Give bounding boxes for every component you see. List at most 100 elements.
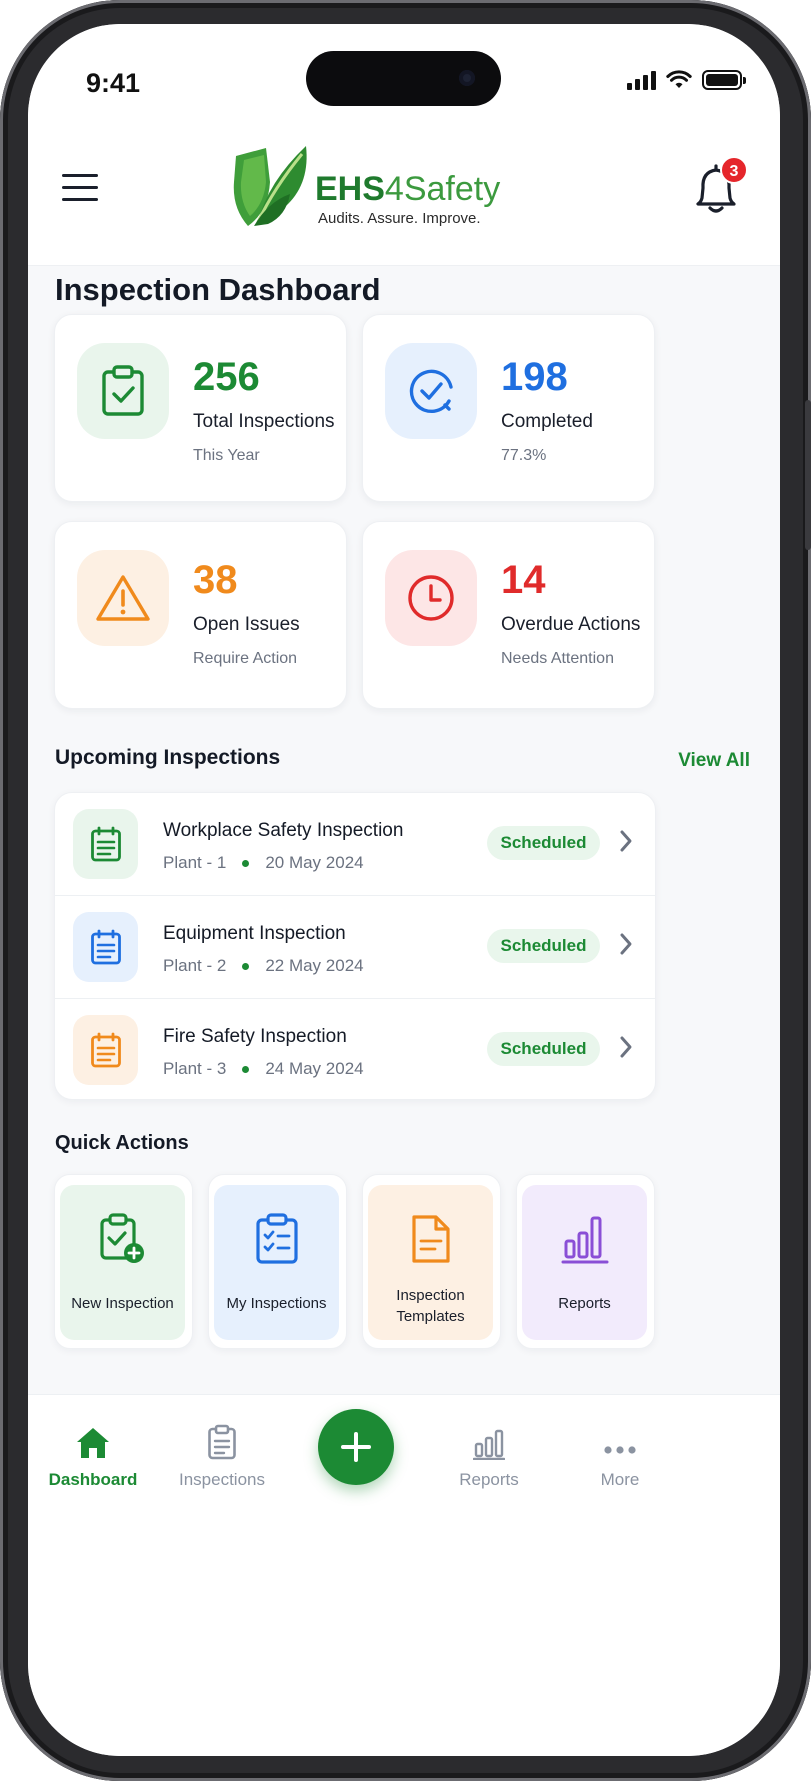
date-label: 20 May 2024 [265,853,364,872]
list-item[interactable]: Equipment Inspection Plant - 2 22 May 202… [55,896,655,999]
qa-background: Reports [522,1185,647,1340]
status-bar: 9:41 [28,24,780,134]
side-button [805,400,811,550]
view-all-link[interactable]: View All [678,750,750,772]
plant-label: Plant - 3 [163,1059,227,1078]
stat-value: 38 [193,558,238,602]
qa-label: Reports [558,1295,611,1312]
stat-label: Overdue Actions [501,614,641,635]
section-title-upcoming: Upcoming Inspections [55,746,281,769]
stat-card-completed[interactable]: 198 Completed 77.3% [362,314,655,502]
bar-chart-icon [522,1213,647,1265]
notification-badge: 3 [720,156,748,184]
dot-separator [242,859,250,867]
inspection-templates-button[interactable]: Inspection Templates [362,1174,501,1349]
inspection-meta: Plant - 3 24 May 2024 [163,1059,364,1079]
qa-label: New Inspection [71,1295,174,1312]
plant-label: Plant - 2 [163,956,227,975]
inspection-title: Fire Safety Inspection [163,1026,347,1047]
calendar-list-icon [73,1015,138,1085]
brand-logo: EHS4Safety Audits. Assure. Improve. [228,142,528,242]
chevron-right-icon [620,1036,632,1058]
dynamic-island [306,51,501,106]
stat-value: 14 [501,558,546,602]
status-badge: Scheduled [487,826,600,860]
date-label: 22 May 2024 [265,956,364,975]
inspection-meta: Plant - 2 22 May 2024 [163,956,364,976]
list-item[interactable]: Fire Safety Inspection Plant - 3 24 May 2… [55,999,655,1099]
document-icon [368,1213,493,1265]
app-header: EHS4Safety Audits. Assure. Improve. 3 [28,134,780,266]
stat-label: Total Inspections [193,411,335,432]
stat-subtext: Require Action [193,650,298,667]
stat-subtext: Needs Attention [501,650,614,667]
qa-label: My Inspections [226,1295,327,1312]
nav-label: Reports [459,1470,519,1489]
dot-separator [242,962,250,970]
status-badge: Scheduled [487,1032,600,1066]
checklist-icon [214,1213,339,1265]
leaf-shield-icon [233,146,307,226]
dot-separator [242,1065,250,1073]
stat-subtext: This Year [193,447,260,464]
battery-icon [702,70,746,90]
stat-subtext: 77.3% [501,447,547,464]
my-inspections-button[interactable]: My Inspections [208,1174,347,1349]
date-label: 24 May 2024 [265,1059,364,1078]
phone-frame: 9:41 EHS4Safety Audits. Assure. Improve.… [0,0,811,1781]
inspection-title: Workplace Safety Inspection [163,820,404,841]
plant-label: Plant - 1 [163,853,227,872]
list-item[interactable]: Workplace Safety Inspection Plant - 1 20 … [55,793,655,896]
stat-value: 256 [193,355,260,399]
menu-button[interactable] [62,174,98,204]
calendar-list-icon [73,809,138,879]
nav-reports[interactable]: Reports [419,1420,559,1490]
status-icons [627,70,746,90]
qa-background: New Inspection [60,1185,185,1340]
stat-value: 198 [501,355,568,399]
chevron-right-icon [620,830,632,852]
nav-inspections[interactable]: Inspections [152,1420,292,1490]
create-fab-button[interactable] [318,1409,394,1485]
warning-icon [77,550,169,646]
chevron-right-icon [620,933,632,955]
nav-dashboard[interactable]: Dashboard [28,1420,163,1490]
qa-background: Inspection Templates [368,1185,493,1340]
inspection-meta: Plant - 1 20 May 2024 [163,853,364,873]
clipboard-icon [152,1420,292,1460]
status-badge: Scheduled [487,929,600,963]
qa-label: Inspection Templates [396,1287,465,1325]
home-icon [28,1420,163,1460]
status-time: 9:41 [86,68,141,98]
page-title: Inspection Dashboard [55,272,381,307]
new-inspection-button[interactable]: New Inspection [54,1174,193,1349]
clock-icon [385,550,477,646]
stat-label: Open Issues [193,614,300,635]
stat-card-overdue-actions[interactable]: 14 Overdue Actions Needs Attention [362,521,655,709]
stat-card-open-issues[interactable]: 38 Open Issues Require Action [54,521,347,709]
qa-background: My Inspections [214,1185,339,1340]
notifications-button[interactable]: 3 [694,156,748,214]
check-circle-icon [385,343,477,439]
nav-label: More [600,1470,640,1489]
wifi-icon [666,70,692,88]
calendar-list-icon [73,912,138,982]
nav-more[interactable]: More [550,1420,690,1490]
screen: 9:41 EHS4Safety Audits. Assure. Improve.… [28,24,780,1756]
more-icon [550,1420,690,1460]
reports-button[interactable]: Reports [516,1174,655,1349]
bottom-navigation: Dashboard Inspections Reports More [28,1394,780,1756]
plus-icon [341,1432,371,1462]
inspection-title: Equipment Inspection [163,923,346,944]
camera-icon [459,70,475,86]
nav-label: Inspections [179,1470,265,1489]
section-title-quick-actions: Quick Actions [55,1132,189,1154]
bar-chart-icon [419,1420,559,1460]
clipboard-check-icon [77,343,169,439]
upcoming-list: Workplace Safety Inspection Plant - 1 20 … [54,792,656,1100]
stat-card-total-inspections[interactable]: 256 Total Inspections This Year [54,314,347,502]
clipboard-add-icon [60,1213,185,1265]
nav-label: Dashboard [48,1470,138,1489]
brand-name: EHS4Safety [315,170,501,208]
cellular-signal-icon [627,70,656,90]
